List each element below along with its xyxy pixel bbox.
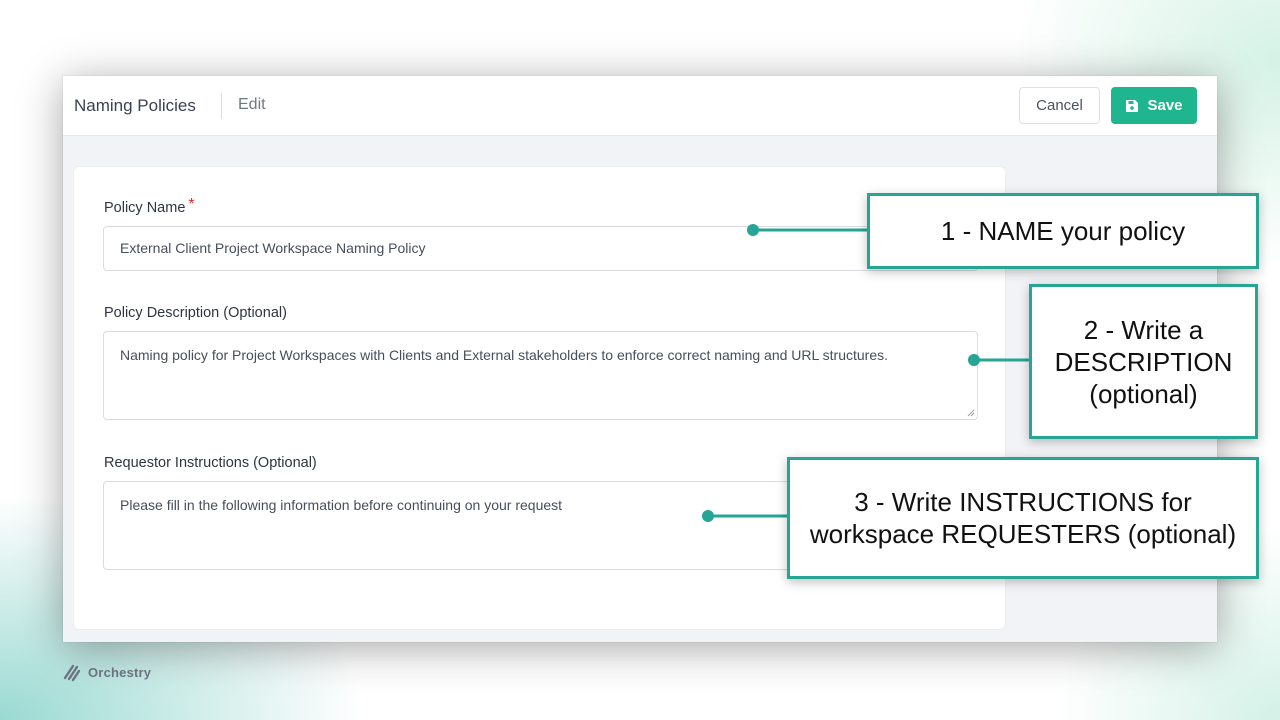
callout-instructions-line2: workspace REQUESTERS (optional) (809, 519, 1237, 549)
top-bar: Naming Policies Edit Cancel Save (63, 76, 1217, 136)
requestor-instructions-text: Please fill in the following information… (120, 497, 563, 513)
orchestry-logo-icon (63, 664, 81, 682)
callout-description: 2 - Write a DESCRIPTION (optional) (1029, 284, 1258, 439)
callout-description-line2: DESCRIPTION (1054, 346, 1233, 377)
policy-description-text: Naming policy for Project Workspaces wit… (120, 347, 889, 363)
callout-instructions-line1: 3 - Write INSTRUCTIONS for (854, 487, 1192, 517)
save-button[interactable]: Save (1111, 87, 1197, 124)
page-title: Naming Policies (74, 96, 196, 115)
callout-description-line3: (optional) (1089, 378, 1198, 409)
save-icon (1126, 99, 1139, 112)
page-mode-label: Edit (238, 96, 266, 113)
save-button-label: Save (1147, 97, 1183, 114)
policy-name-label: Policy Name * (104, 196, 195, 217)
policy-name-label-text: Policy Name (104, 200, 186, 216)
title-divider (221, 93, 222, 119)
cancel-button[interactable]: Cancel (1019, 87, 1100, 124)
callout-name: 1 - NAME your policy (867, 193, 1259, 269)
required-marker: * (188, 196, 195, 213)
callout-description-line1: 2 - Write a (1083, 314, 1204, 345)
callout-name-text: 1 - NAME your policy (940, 216, 1186, 246)
resize-grip-icon[interactable] (967, 409, 975, 417)
policy-name-input[interactable]: External Client Project Workspace Naming… (103, 226, 978, 271)
policy-description-textarea[interactable]: Naming policy for Project Workspaces wit… (103, 331, 978, 420)
requestor-instructions-label: Requestor Instructions (Optional) (104, 455, 317, 471)
policy-description-label: Policy Description (Optional) (104, 305, 287, 321)
brand-logo: Orchestry (62, 662, 151, 682)
callout-instructions: 3 - Write INSTRUCTIONS for workspace REQ… (787, 457, 1259, 579)
brand-name: Orchestry (88, 664, 152, 680)
